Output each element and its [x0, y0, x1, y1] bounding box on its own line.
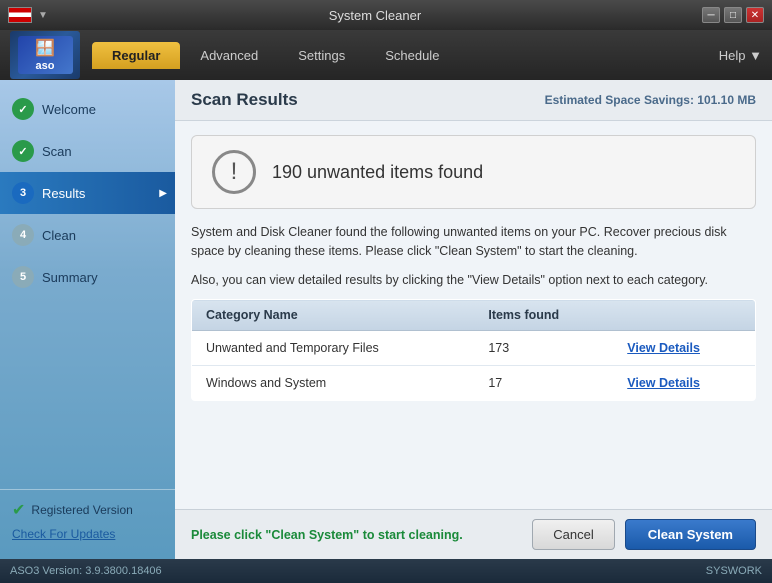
table-row: Windows and System 17 View Details — [192, 366, 756, 401]
sidebar-bottom: ✔ Registered Version Check For Updates — [0, 489, 175, 551]
row2-view-details[interactable]: View Details — [627, 376, 700, 390]
sidebar: ✓ Welcome ✓ Scan 3 Results 4 Clean 5 Sum… — [0, 80, 175, 559]
row1-view-details[interactable]: View Details — [627, 341, 700, 355]
row1-items: 173 — [474, 331, 613, 366]
dropdown-arrow[interactable]: ▼ — [38, 10, 48, 21]
registered-label: Registered Version — [31, 503, 132, 517]
language-flag-icon[interactable] — [8, 7, 32, 23]
help-menu[interactable]: Help ▼ — [719, 48, 762, 63]
window-title: System Cleaner — [48, 8, 702, 23]
row2-category: Windows and System — [192, 366, 475, 401]
cancel-button[interactable]: Cancel — [532, 519, 614, 550]
tab-schedule[interactable]: Schedule — [365, 42, 459, 69]
footer-link-text: "Clean System" — [265, 528, 359, 542]
footer-buttons: Cancel Clean System — [532, 519, 756, 550]
row2-items: 17 — [474, 366, 613, 401]
sidebar-label-welcome: Welcome — [42, 102, 96, 117]
tab-regular[interactable]: Regular — [92, 42, 180, 69]
sidebar-item-results[interactable]: 3 Results — [0, 172, 175, 214]
footer-message: Please click "Clean System" to start cle… — [191, 528, 463, 542]
tab-settings[interactable]: Settings — [278, 42, 365, 69]
main-layout: ✓ Welcome ✓ Scan 3 Results 4 Clean 5 Sum… — [0, 80, 772, 559]
estimated-savings: Estimated Space Savings: 101.10 MB — [545, 93, 756, 107]
close-button[interactable]: ✕ — [746, 7, 764, 23]
step-circle-summary: 5 — [12, 266, 34, 288]
step-circle-clean: 4 — [12, 224, 34, 246]
status-bar: ASO3 Version: 3.9.3800.18406 SYSWORK — [0, 559, 772, 583]
results-table: Category Name Items found Unwanted and T… — [191, 299, 756, 401]
maximize-button[interactable]: □ — [724, 7, 742, 23]
step-circle-welcome: ✓ — [12, 98, 34, 120]
alert-icon: ! — [212, 150, 256, 194]
sidebar-item-welcome[interactable]: ✓ Welcome — [0, 88, 175, 130]
col-header-category: Category Name — [192, 300, 475, 331]
title-bar-left: ▼ — [8, 7, 48, 23]
col-header-action — [613, 300, 755, 331]
col-header-items: Items found — [474, 300, 613, 331]
window-controls: ─ □ ✕ — [702, 7, 764, 23]
row1-category: Unwanted and Temporary Files — [192, 331, 475, 366]
alert-box: ! 190 unwanted items found — [191, 135, 756, 209]
content-body: ! 190 unwanted items found System and Di… — [175, 121, 772, 509]
sidebar-item-summary[interactable]: 5 Summary — [0, 256, 175, 298]
description-2: Also, you can view detailed results by c… — [191, 271, 756, 290]
menu-tabs: Regular Advanced Settings Schedule — [92, 42, 459, 69]
content-header: Scan Results Estimated Space Savings: 10… — [175, 80, 772, 121]
footer-msg-suffix: to start cleaning. — [363, 528, 463, 542]
alert-message: 190 unwanted items found — [272, 162, 483, 183]
sidebar-item-clean[interactable]: 4 Clean — [0, 214, 175, 256]
sidebar-label-results: Results — [42, 186, 85, 201]
sidebar-label-scan: Scan — [42, 144, 72, 159]
menu-bar: 🪟 aso Regular Advanced Settings Schedule… — [0, 30, 772, 80]
step-circle-scan: ✓ — [12, 140, 34, 162]
content-area: Scan Results Estimated Space Savings: 10… — [175, 80, 772, 559]
sidebar-label-summary: Summary — [42, 270, 98, 285]
logo-inner: 🪟 aso — [18, 36, 73, 74]
check-updates-link[interactable]: Check For Updates — [12, 527, 115, 541]
clean-system-button[interactable]: Clean System — [625, 519, 756, 550]
sidebar-item-scan[interactable]: ✓ Scan — [0, 130, 175, 172]
minimize-button[interactable]: ─ — [702, 7, 720, 23]
app-logo: 🪟 aso — [10, 31, 80, 79]
registered-check-icon: ✔ — [12, 500, 25, 520]
registered-row: ✔ Registered Version — [12, 500, 163, 520]
step-circle-results: 3 — [12, 182, 34, 204]
table-row: Unwanted and Temporary Files 173 View De… — [192, 331, 756, 366]
alert-symbol: ! — [231, 158, 238, 186]
footer-msg-prefix: Please click — [191, 528, 262, 542]
version-label: ASO3 Version: 3.9.3800.18406 — [10, 565, 162, 577]
brand-label: SYSWORK — [706, 565, 762, 577]
content-title: Scan Results — [191, 90, 298, 110]
description-1: System and Disk Cleaner found the follow… — [191, 223, 756, 261]
logo-text: aso — [36, 60, 55, 72]
sidebar-label-clean: Clean — [42, 228, 76, 243]
tab-advanced[interactable]: Advanced — [180, 42, 278, 69]
footer-bar: Please click "Clean System" to start cle… — [175, 509, 772, 559]
title-bar: ▼ System Cleaner ─ □ ✕ — [0, 0, 772, 30]
